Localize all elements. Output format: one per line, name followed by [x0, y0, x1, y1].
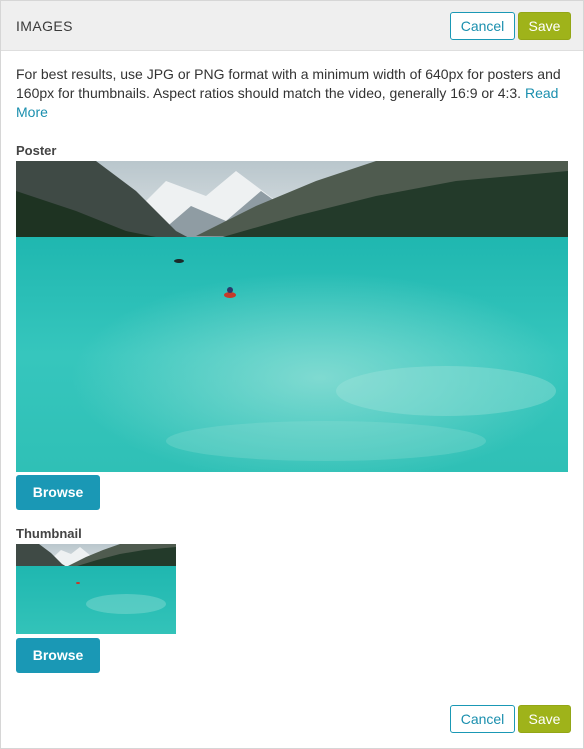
thumbnail-label: Thumbnail [16, 526, 82, 541]
footer-cancel-button[interactable]: Cancel [450, 705, 515, 733]
instructions-body: For best results, use JPG or PNG format … [16, 66, 561, 101]
thumbnail-image [16, 544, 176, 634]
footer-save-button[interactable]: Save [518, 705, 571, 733]
cancel-button[interactable]: Cancel [450, 12, 515, 40]
images-panel: IMAGES Cancel Save For best results, use… [0, 0, 584, 749]
panel-header: IMAGES Cancel Save [1, 1, 583, 51]
poster-browse-button[interactable]: Browse [16, 475, 100, 510]
instructions-text: For best results, use JPG or PNG format … [16, 65, 571, 122]
panel-title: IMAGES [16, 18, 73, 34]
poster-label: Poster [16, 143, 57, 158]
poster-image [16, 161, 568, 472]
save-button[interactable]: Save [518, 12, 571, 40]
thumbnail-browse-button[interactable]: Browse [16, 638, 100, 673]
